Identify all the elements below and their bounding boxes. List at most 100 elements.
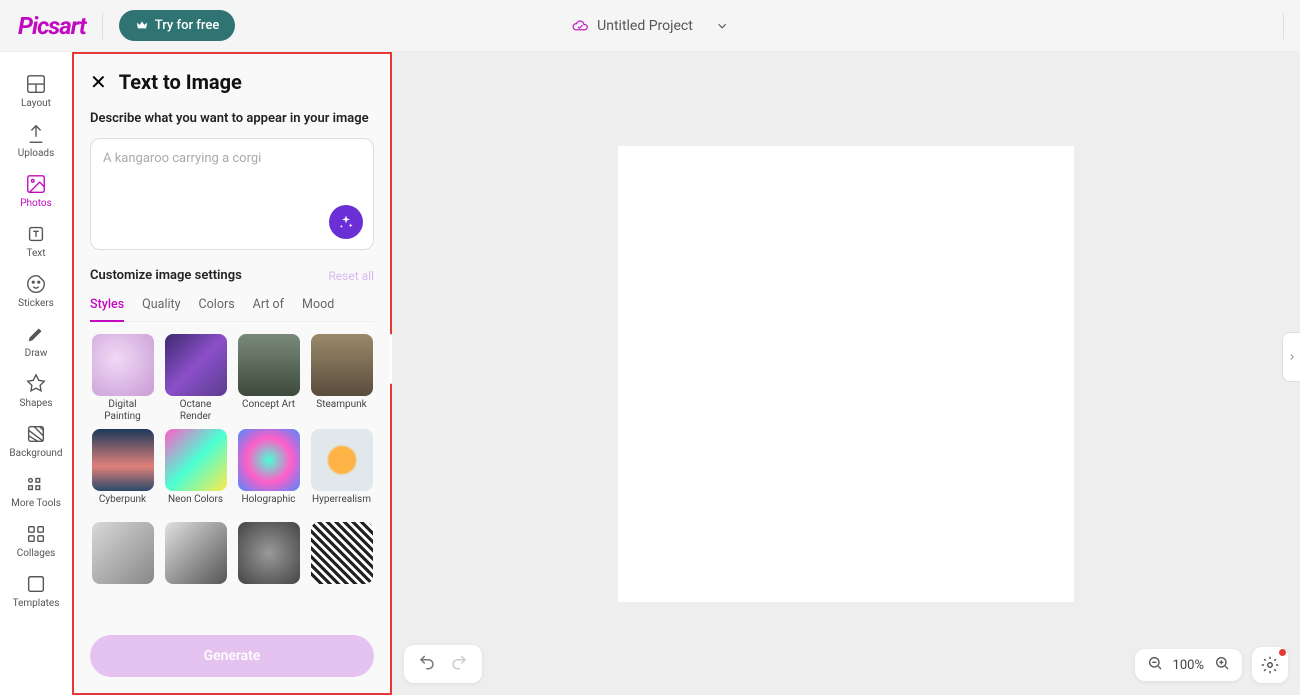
upload-icon — [25, 123, 47, 145]
style-card-holographic[interactable]: Holographic — [236, 429, 301, 516]
style-label: Steampunk — [316, 399, 366, 421]
style-thumb — [165, 334, 227, 396]
sidebar-label: Templates — [13, 598, 60, 609]
zoom-in-icon — [1214, 655, 1230, 671]
zoom-value: 100% — [1173, 658, 1204, 673]
logo[interactable]: Picsart — [18, 12, 86, 40]
describe-label: Describe what you want to appear in your… — [90, 110, 374, 128]
text-to-image-panel: ✕ Text to Image Describe what you want t… — [72, 52, 392, 695]
zoom-out-button[interactable] — [1147, 655, 1163, 675]
tab-quality[interactable]: Quality — [142, 297, 180, 321]
zoom-in-button[interactable] — [1214, 655, 1230, 675]
sidebar-label: Draw — [25, 348, 48, 359]
crown-icon — [135, 19, 149, 33]
chevron-right-icon — [1287, 352, 1297, 362]
style-card[interactable] — [236, 522, 301, 609]
sidebar-item-shapes[interactable]: Shapes — [6, 366, 66, 416]
sidebar-label: Layout — [21, 98, 51, 109]
settings-tabs: Styles Quality Colors Art of Mood — [90, 297, 374, 322]
cloud-icon — [571, 17, 589, 35]
right-panel-handle[interactable] — [1282, 332, 1300, 382]
style-label: Hyperrealism — [312, 494, 371, 516]
chevron-down-icon — [715, 19, 729, 33]
divider — [102, 13, 103, 39]
sparkle-icon — [338, 214, 354, 230]
tab-colors[interactable]: Colors — [199, 297, 235, 321]
zoom-settings-toolbar: 100% — [1135, 647, 1288, 683]
zoom-out-icon — [1147, 655, 1163, 671]
sidebar-label: Photos — [20, 198, 52, 209]
customize-label: Customize image settings — [90, 268, 242, 283]
sidebar-label: More Tools — [11, 498, 61, 509]
redo-button[interactable] — [446, 651, 472, 677]
close-icon[interactable]: ✕ — [90, 70, 107, 94]
style-card-digital-painting[interactable]: Digital Painting — [90, 334, 155, 423]
project-title-container[interactable]: Untitled Project — [571, 17, 729, 35]
undo-button[interactable] — [414, 651, 440, 677]
header-bar: Picsart Try for free Untitled Project — [0, 0, 1300, 52]
photos-icon — [25, 173, 47, 195]
sidebar-label: Background — [9, 448, 62, 459]
text-icon — [25, 223, 47, 245]
draw-icon — [25, 323, 47, 345]
generate-button[interactable]: Generate — [90, 635, 374, 677]
zoom-control: 100% — [1135, 649, 1242, 681]
style-card-hyperrealism[interactable]: Hyperrealism — [309, 429, 374, 516]
sidebar-item-layout[interactable]: Layout — [6, 66, 66, 116]
sidebar-label: Collages — [17, 548, 56, 559]
templates-icon — [25, 573, 47, 595]
sidebar-item-background[interactable]: Background — [6, 416, 66, 466]
style-label: Neon Colors — [168, 494, 223, 516]
style-label: Concept Art — [242, 399, 295, 421]
undo-icon — [418, 653, 436, 671]
style-card-neon-colors[interactable]: Neon Colors — [163, 429, 228, 516]
style-thumb — [92, 522, 154, 584]
sidebar-item-photos[interactable]: Photos — [6, 166, 66, 216]
settings-button[interactable] — [1252, 647, 1288, 683]
sidebar-label: Stickers — [18, 298, 54, 309]
style-card[interactable] — [163, 522, 228, 609]
style-thumb — [311, 334, 373, 396]
style-thumb — [238, 334, 300, 396]
sidebar-item-text[interactable]: Text — [6, 216, 66, 266]
style-thumb — [165, 522, 227, 584]
gear-icon — [1261, 656, 1279, 674]
shapes-icon — [25, 373, 47, 395]
style-thumb — [238, 522, 300, 584]
reset-all-link[interactable]: Reset all — [328, 269, 374, 283]
style-card-octane-render[interactable]: Octane Render — [163, 334, 228, 423]
sidebar-item-more-tools[interactable]: More Tools — [6, 466, 66, 516]
magic-enhance-button[interactable] — [329, 205, 363, 239]
style-label: Holographic — [241, 494, 295, 516]
background-icon — [25, 423, 47, 445]
try-for-free-button[interactable]: Try for free — [119, 10, 236, 41]
sidebar-item-stickers[interactable]: Stickers — [6, 266, 66, 316]
sidebar-item-uploads[interactable]: Uploads — [6, 116, 66, 166]
tab-styles[interactable]: Styles — [90, 297, 124, 322]
panel-title: Text to Image — [119, 70, 242, 94]
more-tools-icon — [25, 473, 47, 495]
style-card-cyberpunk[interactable]: Cyberpunk — [90, 429, 155, 516]
collages-icon — [25, 523, 47, 545]
style-card[interactable] — [90, 522, 155, 609]
tab-art-of[interactable]: Art of — [253, 297, 284, 321]
prompt-input[interactable] — [103, 151, 361, 211]
style-label: Octane Render — [163, 399, 228, 423]
sidebar-item-collages[interactable]: Collages — [6, 516, 66, 566]
sidebar-item-draw[interactable]: Draw — [6, 316, 66, 366]
divider — [1283, 13, 1284, 39]
redo-icon — [450, 653, 468, 671]
canvas[interactable] — [618, 146, 1074, 602]
undo-redo-toolbar — [404, 645, 482, 683]
style-card[interactable] — [309, 522, 374, 609]
tab-mood[interactable]: Mood — [302, 297, 334, 321]
prompt-box — [90, 138, 374, 250]
try-button-label: Try for free — [155, 18, 220, 33]
style-thumb — [92, 334, 154, 396]
left-sidebar: Layout Uploads Photos Text Stickers Draw… — [0, 52, 72, 695]
style-card-concept-art[interactable]: Concept Art — [236, 334, 301, 423]
sidebar-label: Uploads — [18, 148, 54, 159]
styles-grid: Digital Painting Octane Render Concept A… — [90, 334, 374, 625]
sidebar-item-templates[interactable]: Templates — [6, 566, 66, 616]
style-card-steampunk[interactable]: Steampunk — [309, 334, 374, 423]
